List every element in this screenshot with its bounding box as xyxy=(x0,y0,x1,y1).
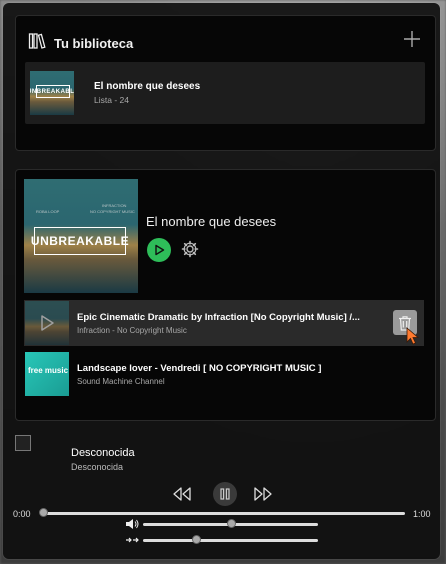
play-playlist-button[interactable] xyxy=(147,238,171,262)
fast-forward-icon xyxy=(254,487,272,501)
thumbnail-text: free music xyxy=(28,366,69,375)
progress-slider[interactable] xyxy=(43,512,405,515)
cover-text: UNBREAKABLE xyxy=(31,227,129,255)
now-playing-title: Desconocida xyxy=(71,447,135,459)
speed-knob[interactable] xyxy=(191,535,201,544)
pause-icon xyxy=(220,488,230,500)
playlist-panel: ROBA LOOP INFRACTION NO COPYRIGHT MUSIC … xyxy=(15,169,436,421)
rewind-icon xyxy=(173,487,191,501)
library-icon xyxy=(28,32,46,55)
track-channel: Infraction - No Copyright Music xyxy=(77,325,187,335)
track-row[interactable]: Epic Cinematic Dramatic by Infraction [N… xyxy=(24,300,424,346)
progress-knob[interactable] xyxy=(39,508,48,517)
current-time: 0:00 xyxy=(13,509,31,519)
mouse-cursor-icon xyxy=(406,327,420,345)
cover-small-label: NO COPYRIGHT MUSIC xyxy=(90,209,135,214)
total-time: 1:00 xyxy=(413,509,431,519)
track-thumbnail: free music xyxy=(25,352,69,396)
pause-button[interactable] xyxy=(213,482,237,506)
previous-button[interactable] xyxy=(171,484,193,504)
cover-small-label: INFRACTION xyxy=(102,203,127,208)
speed-slider[interactable] xyxy=(143,539,318,542)
cover-text: UNBREAKABLE xyxy=(30,85,74,98)
library-item-subtitle: Lista - 24 xyxy=(94,95,129,105)
playlist-title: El nombre que desees xyxy=(146,214,277,229)
playlist-thumbnail: UNBREAKABLE xyxy=(30,71,74,115)
now-playing-artwork xyxy=(15,435,31,451)
track-title: Landscape lover - Vendredi [ NO COPYRIGH… xyxy=(77,362,322,374)
cover-small-label: ROBA LOOP xyxy=(36,209,60,214)
volume-knob[interactable] xyxy=(226,519,236,528)
play-icon[interactable] xyxy=(38,314,56,332)
add-playlist-icon[interactable] xyxy=(401,28,423,50)
library-list-item[interactable]: UNBREAKABLE El nombre que desees Lista -… xyxy=(25,62,425,124)
track-thumbnail xyxy=(25,301,69,345)
track-title: Epic Cinematic Dramatic by Infraction [N… xyxy=(77,311,360,323)
settings-gear-icon[interactable] xyxy=(180,239,200,259)
track-row[interactable]: free music Landscape lover - Vendredi [ … xyxy=(24,351,424,397)
track-channel: Sound Machine Channel xyxy=(77,376,165,386)
next-button[interactable] xyxy=(252,484,274,504)
playlist-cover: ROBA LOOP INFRACTION NO COPYRIGHT MUSIC … xyxy=(24,179,138,293)
library-title: Tu biblioteca xyxy=(54,36,134,51)
speed-icon[interactable] xyxy=(125,535,139,545)
now-playing-artist: Desconocida xyxy=(71,462,124,472)
play-icon xyxy=(155,244,165,256)
library-header: Tu biblioteca xyxy=(28,32,133,55)
volume-icon[interactable] xyxy=(125,518,139,530)
library-item-name: El nombre que desees xyxy=(94,81,201,92)
library-panel: Tu biblioteca UNBREAKABLE El nombre que … xyxy=(15,15,436,151)
player-window: Tu biblioteca UNBREAKABLE El nombre que … xyxy=(3,3,440,559)
